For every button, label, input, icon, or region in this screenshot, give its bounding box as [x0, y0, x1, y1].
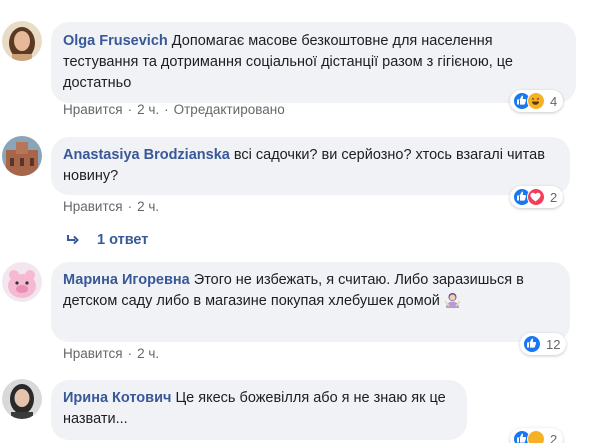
comment-bubble: Anastasiya Brodzianska всі садочки? ви с… — [51, 137, 570, 195]
love-reaction-icon — [527, 188, 545, 206]
like-reaction-icon — [523, 335, 541, 353]
like-link[interactable]: Нравится — [63, 346, 123, 361]
comment-author[interactable]: Olga Frusevich — [63, 33, 168, 49]
reaction-count: 2 — [550, 189, 558, 205]
sad-reaction-icon — [527, 430, 545, 443]
reactions-summary[interactable]: 2 — [510, 186, 564, 208]
edited-label: Отредактировано — [173, 102, 285, 117]
comment-actions: Нравится · 2 ч. · Отредактировано — [63, 102, 285, 117]
replies-count: 1 ответ — [97, 232, 149, 248]
comment-time[interactable]: 2 ч. — [137, 346, 159, 361]
haha-reaction-icon — [527, 92, 545, 110]
person-gesturing-emoji-icon — [444, 291, 461, 315]
comment-author[interactable]: Марина Игоревна — [63, 272, 190, 288]
like-link[interactable]: Нравится — [63, 102, 123, 117]
like-link[interactable]: Нравится — [63, 199, 123, 214]
avatar[interactable] — [2, 136, 42, 176]
avatar[interactable] — [2, 379, 42, 419]
comment-time[interactable]: 2 ч. — [137, 102, 159, 117]
reactions-summary[interactable]: 12 — [520, 333, 567, 355]
reaction-count: 4 — [550, 93, 558, 109]
comment-bubble: Olga Frusevich Допомагає масове безкошто… — [51, 22, 576, 103]
avatar[interactable] — [2, 262, 42, 302]
comment-actions: Нравится · 2 ч. — [63, 199, 160, 214]
reply-arrow-icon — [67, 235, 79, 245]
comment-actions: Нравится · 2 ч. — [63, 346, 160, 361]
view-replies-link[interactable]: 1 ответ — [66, 232, 148, 248]
comment-time[interactable]: 2 ч. — [137, 199, 159, 214]
reaction-count: 2 — [550, 431, 558, 443]
reactions-summary[interactable]: 4 — [510, 90, 564, 112]
avatar[interactable] — [2, 21, 42, 61]
comment-author[interactable]: Anastasiya Brodzianska — [63, 147, 230, 163]
comment-author[interactable]: Ирина Котович — [63, 390, 171, 406]
reactions-summary[interactable]: 2 — [510, 428, 564, 443]
comment-bubble: Марина Игоревна Этого не избежать, я счи… — [51, 262, 570, 342]
reaction-count: 12 — [546, 336, 561, 352]
comment-bubble: Ирина Котович Це якесь божевілля або я н… — [51, 380, 467, 440]
